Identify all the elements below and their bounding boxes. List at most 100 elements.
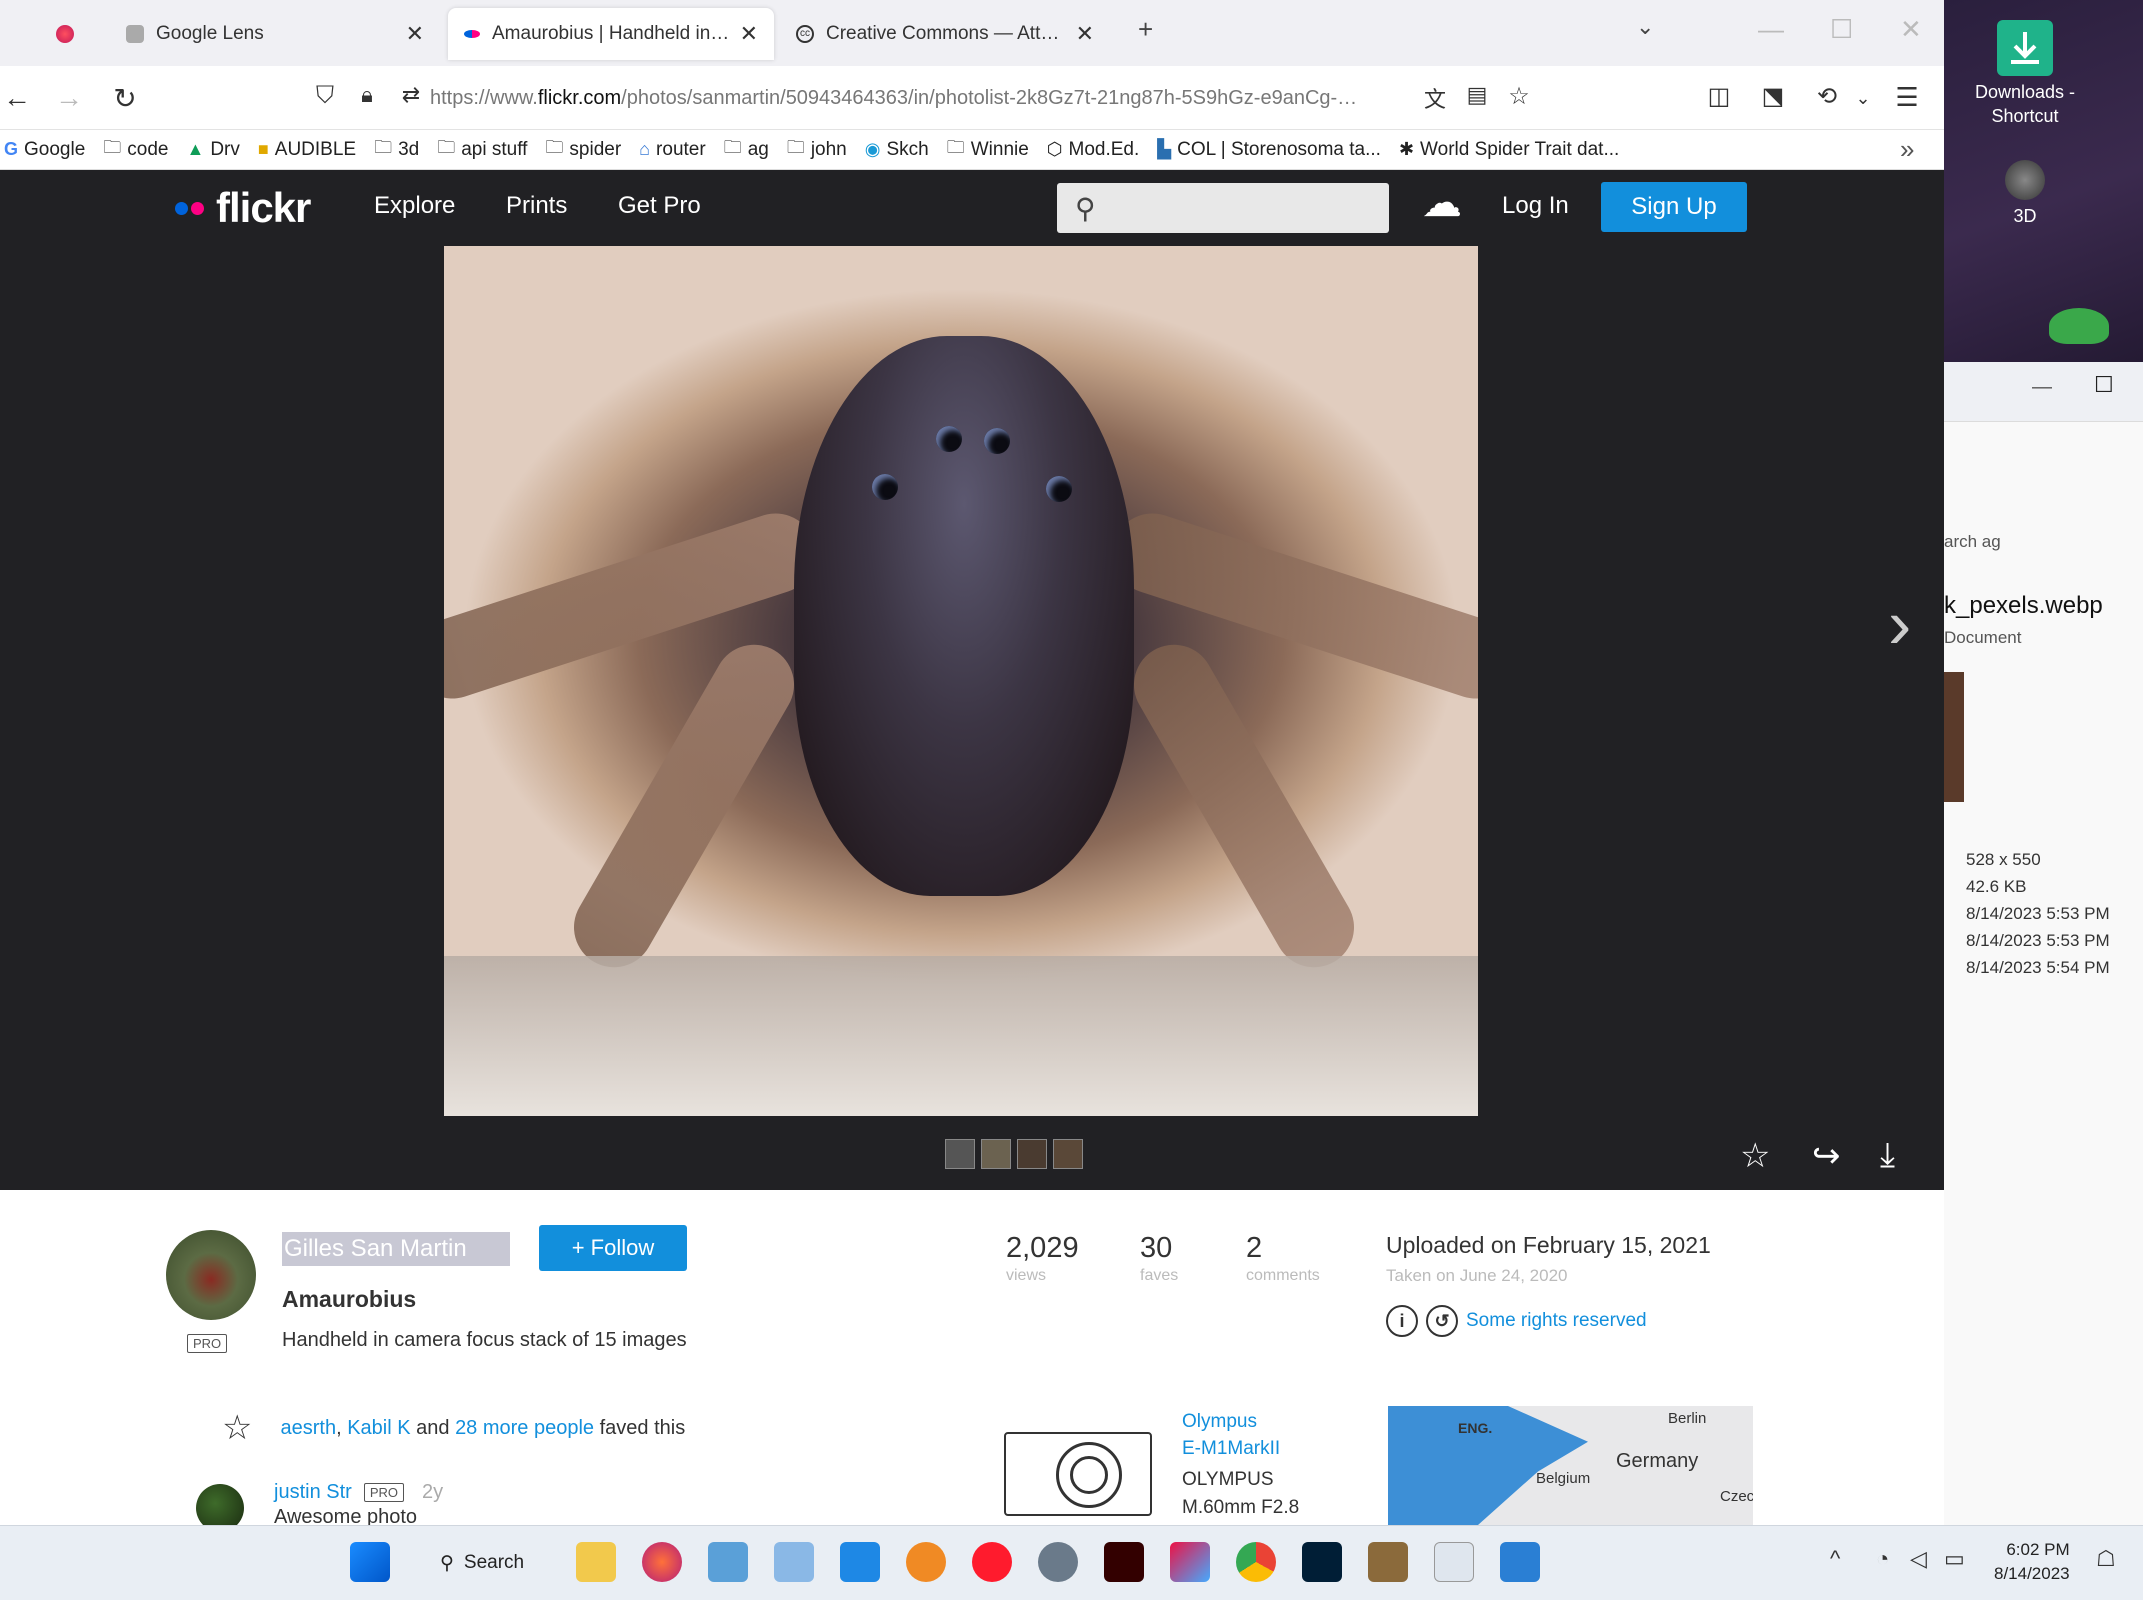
shield-icon[interactable]: ⛉ <box>308 82 342 110</box>
signup-button[interactable]: Sign Up <box>1601 182 1747 232</box>
thumbnail[interactable] <box>981 1139 1011 1169</box>
battery-icon[interactable]: ▭ <box>1944 1546 1965 1572</box>
more-faves-link[interactable]: 28 more people <box>455 1417 594 1440</box>
bookmark-skch[interactable]: ◉ Skch <box>865 139 929 161</box>
clock[interactable]: 6:02 PM 8/14/2023 <box>1994 1538 2070 1586</box>
chevron-down-icon[interactable]: ⌄ <box>1846 88 1880 109</box>
gimp-icon[interactable] <box>1368 1542 1408 1582</box>
volume-icon[interactable]: ◁ <box>1910 1546 1927 1572</box>
next-photo-icon[interactable]: › <box>1888 584 1911 664</box>
illustrator-icon[interactable] <box>1104 1542 1144 1582</box>
notifications-icon[interactable]: ☖ <box>2096 1546 2116 1572</box>
location-map[interactable]: ENG. Berlin Germany Belgium Czec <box>1388 1406 1753 1525</box>
photos-icon[interactable] <box>774 1542 814 1582</box>
login-link[interactable]: Log In <box>1502 192 1569 220</box>
turtle-icon[interactable] <box>2049 308 2109 344</box>
minimize-icon[interactable]: — <box>2032 376 2052 399</box>
file-explorer-icon[interactable] <box>576 1542 616 1582</box>
list-tabs-icon[interactable]: ⌄ <box>1636 14 1654 40</box>
bookmark-ag[interactable]: 🗀 ag <box>724 135 769 165</box>
minimize-window-icon[interactable]: — <box>1758 14 1784 45</box>
pocket-icon[interactable]: ◫ <box>1702 82 1736 111</box>
app-icon[interactable] <box>1500 1542 1540 1582</box>
forward-icon[interactable]: → <box>52 82 86 114</box>
commenter-name[interactable]: justin Str <box>274 1481 352 1504</box>
follow-button[interactable]: + Follow <box>539 1225 687 1271</box>
bookmark-world-spider-trait[interactable]: ✱ World Spider Trait dat... <box>1399 139 1619 161</box>
downloads-shortcut[interactable]: Downloads - Shortcut <box>1945 20 2105 128</box>
bookmark-api-stuff[interactable]: 🗀 api stuff <box>437 135 527 165</box>
bookmark-3d[interactable]: 🗀 3d <box>374 135 419 165</box>
thumbnail[interactable] <box>1017 1139 1047 1169</box>
wifi-icon[interactable]: ◔ <box>1876 1546 1889 1572</box>
3d-app-shortcut[interactable]: 3D <box>1945 160 2105 228</box>
reader-view-icon[interactable]: ▤ <box>1460 82 1494 108</box>
lock-icon[interactable]: 🔒︎ <box>350 82 384 108</box>
flickr-logo[interactable]: flickr <box>175 184 311 232</box>
menu-icon[interactable]: ☰ <box>1890 82 1924 113</box>
address-bar[interactable]: https://www. flickr.com/photos/sanmartin/… <box>300 76 1400 120</box>
bookmark-winnie[interactable]: 🗀 Winnie <box>947 135 1029 165</box>
close-tab-icon[interactable]: ✕ <box>1076 21 1094 47</box>
tab-google-lens[interactable]: Google Lens ✕ <box>110 8 440 60</box>
bookmark-john[interactable]: 🗀 john <box>787 135 847 165</box>
file-name[interactable]: k_pexels.webp <box>1944 592 2103 620</box>
tab-creative-commons[interactable]: cc Creative Commons — Attribu… ✕ <box>780 8 1110 60</box>
permissions-icon[interactable]: ⇄ <box>394 82 428 108</box>
bookmark-google[interactable]: G Google <box>4 139 85 161</box>
blender-icon[interactable] <box>906 1542 946 1582</box>
share-icon[interactable]: ↪ <box>1812 1136 1841 1176</box>
chevron-up-icon[interactable]: ^ <box>1830 1546 1840 1572</box>
sync-icon[interactable]: ⟲ <box>1810 82 1844 111</box>
close-window-icon[interactable]: ✕ <box>1900 14 1922 45</box>
chrome-icon[interactable] <box>1236 1542 1276 1582</box>
nav-prints[interactable]: Prints <box>506 192 567 220</box>
more-bookmarks-icon[interactable]: » <box>1900 134 1914 165</box>
rights-link[interactable]: Some rights reserved <box>1466 1310 1647 1332</box>
notepad-icon[interactable] <box>1434 1542 1474 1582</box>
snipping-tool-icon[interactable] <box>708 1542 748 1582</box>
owner-name[interactable]: Gilles San Martin <box>282 1232 510 1266</box>
upload-cloud-icon[interactable]: ☁ <box>1422 180 1462 226</box>
faved-user-link[interactable]: Kabil K <box>347 1417 410 1440</box>
paint-icon[interactable] <box>1170 1542 1210 1582</box>
back-icon[interactable]: ← <box>0 82 34 114</box>
download-icon[interactable]: ⤓ <box>1880 1136 1895 1175</box>
bookmark-code[interactable]: 🗀 code <box>103 135 168 165</box>
translate-icon[interactable]: 文 <box>1418 82 1452 114</box>
nav-get-pro[interactable]: Get Pro <box>618 192 701 220</box>
thumbnail[interactable] <box>945 1139 975 1169</box>
thumbnail[interactable] <box>1053 1139 1083 1169</box>
spider-photo[interactable] <box>444 246 1478 1116</box>
close-tab-icon[interactable]: ✕ <box>740 21 758 47</box>
bookmark-col-storenosoma[interactable]: ▙ COL | Storenosoma ta... <box>1157 139 1381 161</box>
bookmark-audible[interactable]: ■ AUDIBLE <box>258 139 356 161</box>
nav-explore[interactable]: Explore <box>374 192 455 220</box>
search-input[interactable]: ⚲ <box>1057 183 1389 233</box>
settings-icon[interactable] <box>1038 1542 1078 1582</box>
maximize-icon[interactable]: ☐ <box>2094 372 2114 398</box>
firefox-taskbar-icon[interactable] <box>642 1542 682 1582</box>
bookmark-router[interactable]: ⌂ router <box>639 139 706 161</box>
bookmark-spider[interactable]: 🗀 spider <box>545 135 621 165</box>
tab-flickr-photo[interactable]: Amaurobius | Handheld in ca… ✕ <box>448 8 774 60</box>
bookmark-mod-ed[interactable]: ⬡ Mod.Ed. <box>1047 139 1139 161</box>
vscode-icon[interactable] <box>840 1542 880 1582</box>
taskbar-search[interactable]: ⚲ Search <box>424 1542 550 1584</box>
bookmark-drv[interactable]: ▲ Drv <box>187 139 240 161</box>
opera-icon[interactable] <box>972 1542 1012 1582</box>
reload-icon[interactable]: ↻ <box>108 82 142 115</box>
new-tab-icon[interactable]: + <box>1138 14 1153 45</box>
bookmark-star-icon[interactable]: ☆ <box>1502 82 1536 111</box>
extensions-icon[interactable]: ⬔ <box>1756 82 1790 111</box>
photoshop-icon[interactable] <box>1302 1542 1342 1582</box>
start-icon[interactable] <box>350 1542 390 1582</box>
commenter-avatar[interactable] <box>196 1484 244 1525</box>
faved-user-link[interactable]: aesrth <box>280 1417 336 1440</box>
camera-model-link[interactable]: Olympus E-M1MarkII <box>1182 1408 1280 1462</box>
close-tab-icon[interactable]: ✕ <box>406 21 424 47</box>
tab-firefox-view[interactable] <box>40 8 100 60</box>
maximize-window-icon[interactable]: ☐ <box>1830 14 1853 45</box>
owner-avatar[interactable] <box>166 1230 256 1320</box>
fave-star-icon[interactable]: ☆ <box>1740 1136 1770 1176</box>
